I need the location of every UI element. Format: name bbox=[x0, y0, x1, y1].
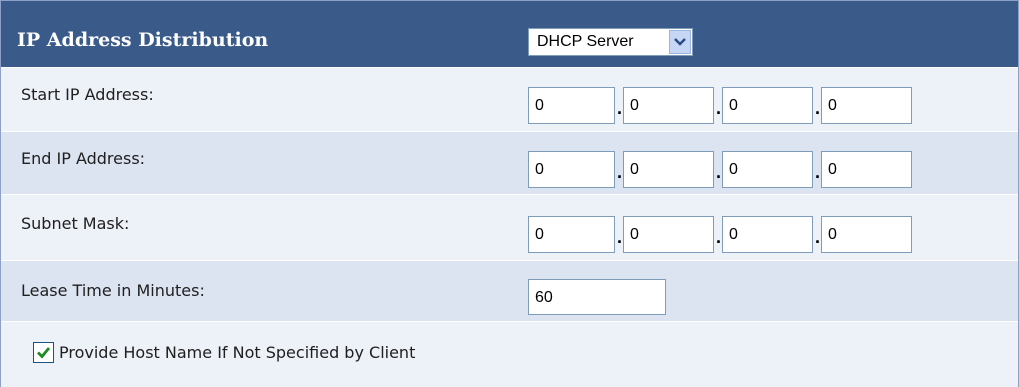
start-ip-row: Start IP Address: 0 . 0 . 0 . 0 bbox=[1, 68, 1018, 131]
ip-distribution-row: IP Address Distribution DHCP Server bbox=[1, 1, 1018, 68]
subnet-octet-2-value: 0 bbox=[630, 226, 639, 243]
subnet-octet-1-value: 0 bbox=[535, 226, 544, 243]
end-ip-row: End IP Address: 0 . 0 . 0 . 0 bbox=[1, 131, 1018, 195]
subnet-octet-4[interactable]: 0 bbox=[821, 216, 912, 253]
octet-separator: . bbox=[617, 98, 623, 118]
subnet-octet-3[interactable]: 0 bbox=[722, 216, 813, 253]
start-ip-octet-3[interactable]: 0 bbox=[722, 87, 813, 124]
start-ip-label: Start IP Address: bbox=[21, 85, 154, 104]
end-ip-octet-3-value: 0 bbox=[729, 161, 738, 178]
start-ip-octet-4[interactable]: 0 bbox=[821, 87, 912, 124]
end-ip-octet-3[interactable]: 0 bbox=[722, 151, 813, 188]
octet-separator: . bbox=[815, 98, 821, 118]
end-ip-label: End IP Address: bbox=[21, 149, 146, 168]
octet-separator: . bbox=[815, 227, 821, 247]
end-ip-octet-4-value: 0 bbox=[828, 161, 837, 178]
dhcp-settings-panel: IP Address Distribution DHCP Server Star… bbox=[0, 0, 1019, 387]
provide-hostname-label[interactable]: Provide Host Name If Not Specified by Cl… bbox=[59, 343, 415, 362]
subnet-octet-3-value: 0 bbox=[729, 226, 738, 243]
octet-separator: . bbox=[815, 162, 821, 182]
end-ip-octet-1-value: 0 bbox=[535, 161, 544, 178]
start-ip-octet-2[interactable]: 0 bbox=[623, 87, 714, 124]
end-ip-octet-2[interactable]: 0 bbox=[623, 151, 714, 188]
select-dropdown-button[interactable] bbox=[669, 30, 691, 54]
lease-time-input[interactable]: 60 bbox=[528, 279, 666, 315]
octet-separator: . bbox=[617, 227, 623, 247]
checkmark-icon bbox=[37, 347, 51, 359]
lease-time-value: 60 bbox=[535, 289, 553, 306]
octet-separator: . bbox=[716, 98, 722, 118]
provide-hostname-checkbox[interactable] bbox=[33, 342, 54, 363]
ip-distribution-label: IP Address Distribution bbox=[17, 29, 269, 51]
chevron-down-icon bbox=[674, 38, 686, 46]
end-ip-octet-2-value: 0 bbox=[630, 161, 639, 178]
start-ip-octet-4-value: 0 bbox=[828, 97, 837, 114]
ip-distribution-select-value: DHCP Server bbox=[537, 33, 634, 50]
subnet-octet-4-value: 0 bbox=[828, 226, 837, 243]
octet-separator: . bbox=[716, 162, 722, 182]
subnet-mask-label: Subnet Mask: bbox=[21, 214, 130, 233]
end-ip-octet-4[interactable]: 0 bbox=[821, 151, 912, 188]
start-ip-octet-3-value: 0 bbox=[729, 97, 738, 114]
start-ip-octet-1[interactable]: 0 bbox=[528, 87, 615, 124]
provide-hostname-row: Provide Host Name If Not Specified by Cl… bbox=[1, 321, 1018, 387]
lease-time-label: Lease Time in Minutes: bbox=[21, 281, 205, 300]
octet-separator: . bbox=[716, 227, 722, 247]
lease-time-row: Lease Time in Minutes: 60 bbox=[1, 260, 1018, 322]
subnet-octet-1[interactable]: 0 bbox=[528, 216, 615, 253]
subnet-octet-2[interactable]: 0 bbox=[623, 216, 714, 253]
octet-separator: . bbox=[617, 162, 623, 182]
end-ip-octet-1[interactable]: 0 bbox=[528, 151, 615, 188]
ip-distribution-select[interactable]: DHCP Server bbox=[528, 28, 693, 56]
start-ip-octet-1-value: 0 bbox=[535, 97, 544, 114]
start-ip-octet-2-value: 0 bbox=[630, 97, 639, 114]
subnet-mask-row: Subnet Mask: 0 . 0 . 0 . 0 bbox=[1, 194, 1018, 261]
